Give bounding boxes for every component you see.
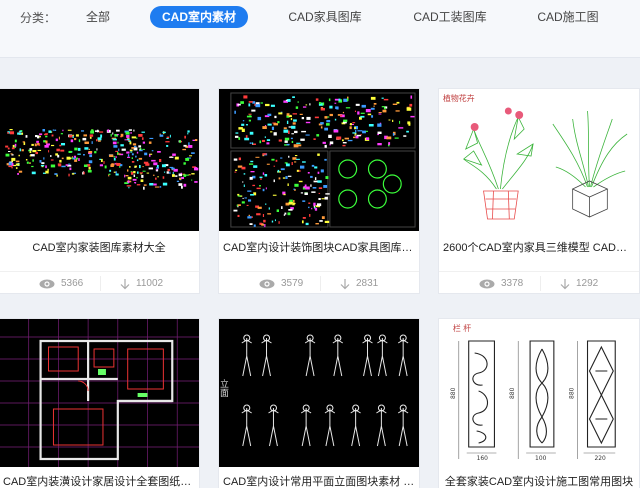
downloads-stat: 2831 (340, 278, 378, 290)
downloads-stat: 11002 (120, 278, 163, 290)
download-arrow-icon (560, 278, 570, 289)
dim-label: 880 (450, 387, 457, 399)
card-thumbnail[interactable] (219, 89, 419, 231)
downloads-stat: 1292 (560, 278, 598, 290)
views-stat: 5366 (39, 278, 83, 290)
category-filter-bar: 分类： 全部 CAD室内素材 CAD家具图库 CAD工装图库 CAD施工图 (0, 0, 640, 58)
tab-cad-interior-materials[interactable]: CAD室内素材 (150, 6, 248, 28)
filter-label: 分类： (20, 11, 57, 25)
downloads-count: 1292 (576, 278, 599, 289)
card-stats: 5366 11002 (0, 271, 199, 293)
views-count: 3579 (281, 278, 304, 289)
card-title[interactable]: CAD室内设计常用平面立面图块素材 CAD... (223, 475, 415, 488)
downloads-count: 2831 (356, 278, 379, 289)
tab-cad-construction-drawings[interactable]: CAD施工图 (530, 6, 606, 28)
eye-icon (259, 279, 275, 289)
card-stats: 3378 1292 (439, 271, 639, 293)
card-stats: 3579 2831 (219, 271, 419, 293)
views-stat: 3579 (259, 278, 303, 290)
tab-cad-commercial-library[interactable]: CAD工装图库 (405, 6, 495, 28)
dim-label: 880 (569, 387, 576, 399)
tab-cad-furniture-library[interactable]: CAD家具图库 (280, 6, 370, 28)
resource-card[interactable]: 栏 杆 880 880 880 160 100 220 全套家装CAD室内设计施… (438, 318, 640, 488)
stat-divider (320, 276, 321, 291)
downloads-count: 11002 (136, 278, 164, 289)
card-thumbnail[interactable] (0, 319, 199, 467)
thumb-label: 栏 杆 (453, 323, 471, 333)
resource-card[interactable]: CAD室内装潢设计家居设计全套图纸案例 (0, 318, 200, 488)
stat-divider (540, 276, 541, 291)
card-title[interactable]: 全套家装CAD室内设计施工图常用图块 (443, 475, 635, 488)
tab-all[interactable]: 全部 (78, 6, 118, 28)
card-thumbnail[interactable]: 立面 (219, 319, 419, 467)
card-title[interactable]: 2600个CAD室内家具三维模型 CAD室内家... (443, 241, 635, 255)
card-title[interactable]: CAD室内设计装饰图块CAD家具图库图块... (223, 241, 415, 255)
eye-icon (479, 279, 495, 289)
eye-icon (39, 279, 55, 289)
thumb-label: 立面 (219, 378, 228, 398)
dim-label: 220 (594, 455, 606, 462)
resource-card[interactable]: CAD室内家装图库素材大全 5366 11002 (0, 88, 200, 294)
download-arrow-icon (120, 278, 130, 289)
views-stat: 3378 (479, 278, 523, 290)
card-title[interactable]: CAD室内家装图库素材大全 (3, 241, 195, 255)
dim-label: 880 (509, 387, 516, 399)
resource-card[interactable]: CAD室内设计装饰图块CAD家具图库图块... 3579 2831 (218, 88, 420, 294)
card-thumbnail[interactable] (0, 89, 199, 231)
download-arrow-icon (340, 278, 350, 289)
views-count: 5366 (61, 278, 84, 289)
card-thumbnail[interactable]: 植物花卉 (439, 89, 639, 231)
resource-card[interactable]: 植物花卉 2600个CAD室内家具三维模型 CAD室内家... (438, 88, 640, 294)
card-thumbnail[interactable]: 栏 杆 880 880 880 160 100 220 (439, 319, 639, 467)
card-title[interactable]: CAD室内装潢设计家居设计全套图纸案例 (3, 475, 195, 488)
dim-label: 100 (535, 455, 547, 462)
stat-divider (100, 276, 101, 291)
resource-card[interactable]: 立面 CAD室内设计常用平面立面图块素材 CAD... (218, 318, 420, 488)
dim-label: 160 (477, 455, 489, 462)
views-count: 3378 (501, 278, 524, 289)
thumb-label: 植物花卉 (443, 93, 475, 103)
